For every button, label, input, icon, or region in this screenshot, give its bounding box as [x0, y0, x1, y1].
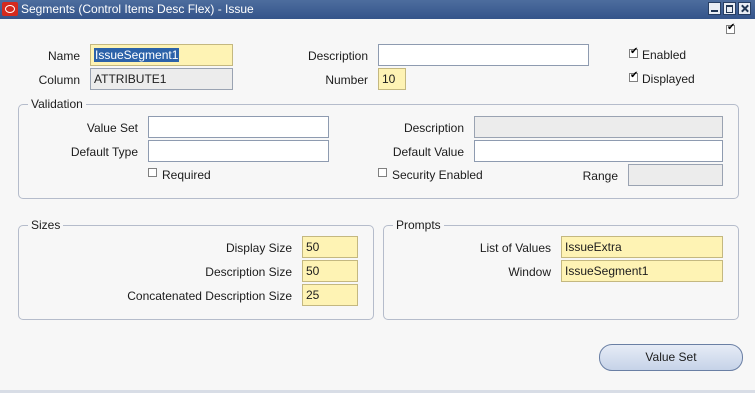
- default-value-label: Default Value: [392, 145, 464, 159]
- display-size-label: Display Size: [225, 241, 292, 255]
- default-type-field[interactable]: [148, 140, 329, 162]
- security-enabled-checkbox[interactable]: [378, 168, 387, 177]
- prompts-group-title: Prompts: [393, 218, 444, 232]
- column-label: Column: [38, 73, 80, 87]
- top-right-checkbox[interactable]: [726, 22, 735, 34]
- value-set-label: Value Set: [86, 121, 138, 135]
- description-label: Description: [307, 49, 368, 63]
- displayed-label[interactable]: Displayed: [642, 72, 695, 86]
- range-field: [628, 164, 723, 186]
- list-of-values-label: List of Values: [479, 241, 551, 255]
- window-prompt-label: Window: [508, 265, 551, 279]
- validation-group-title: Validation: [28, 97, 86, 111]
- oracle-app-icon: [2, 2, 18, 16]
- concatenated-description-size-field[interactable]: 25: [302, 284, 358, 306]
- validation-description-label: Description: [403, 121, 464, 135]
- number-label: Number: [325, 73, 368, 87]
- required-label[interactable]: Required: [162, 168, 211, 182]
- sizes-group-title: Sizes: [28, 218, 64, 232]
- displayed-checkbox[interactable]: [629, 70, 638, 82]
- column-field: ATTRIBUTE1: [90, 68, 233, 90]
- value-set-field[interactable]: [148, 116, 329, 138]
- security-enabled-label[interactable]: Security Enabled: [392, 168, 483, 182]
- close-icon[interactable]: [738, 2, 751, 15]
- description-size-label: Description Size: [205, 265, 292, 279]
- value-set-button[interactable]: Value Set: [599, 344, 743, 371]
- description-size-field[interactable]: 50: [302, 260, 358, 282]
- validation-description-field: [474, 116, 723, 138]
- range-label: Range: [582, 169, 618, 183]
- display-size-field[interactable]: 50: [302, 236, 358, 258]
- name-label: Name: [47, 49, 80, 63]
- enabled-checkbox[interactable]: [629, 46, 638, 58]
- concatenated-description-size-label: Concatenated Description Size: [127, 289, 292, 303]
- required-checkbox[interactable]: [148, 168, 157, 177]
- window-prompt-field[interactable]: IssueSegment1: [561, 260, 723, 282]
- list-of-values-field[interactable]: IssueExtra: [561, 236, 723, 258]
- description-field[interactable]: [378, 44, 589, 66]
- maximize-icon[interactable]: [723, 2, 736, 15]
- minimize-icon[interactable]: [708, 2, 721, 15]
- default-type-label: Default Type: [70, 145, 138, 159]
- default-value-field[interactable]: [474, 140, 723, 162]
- number-field[interactable]: 10: [378, 68, 406, 90]
- name-field[interactable]: IssueSegment1: [90, 44, 233, 66]
- window-title-bar: Segments (Control Items Desc Flex) - Iss…: [0, 0, 755, 19]
- window-title: Segments (Control Items Desc Flex) - Iss…: [21, 2, 254, 16]
- enabled-label[interactable]: Enabled: [642, 48, 686, 62]
